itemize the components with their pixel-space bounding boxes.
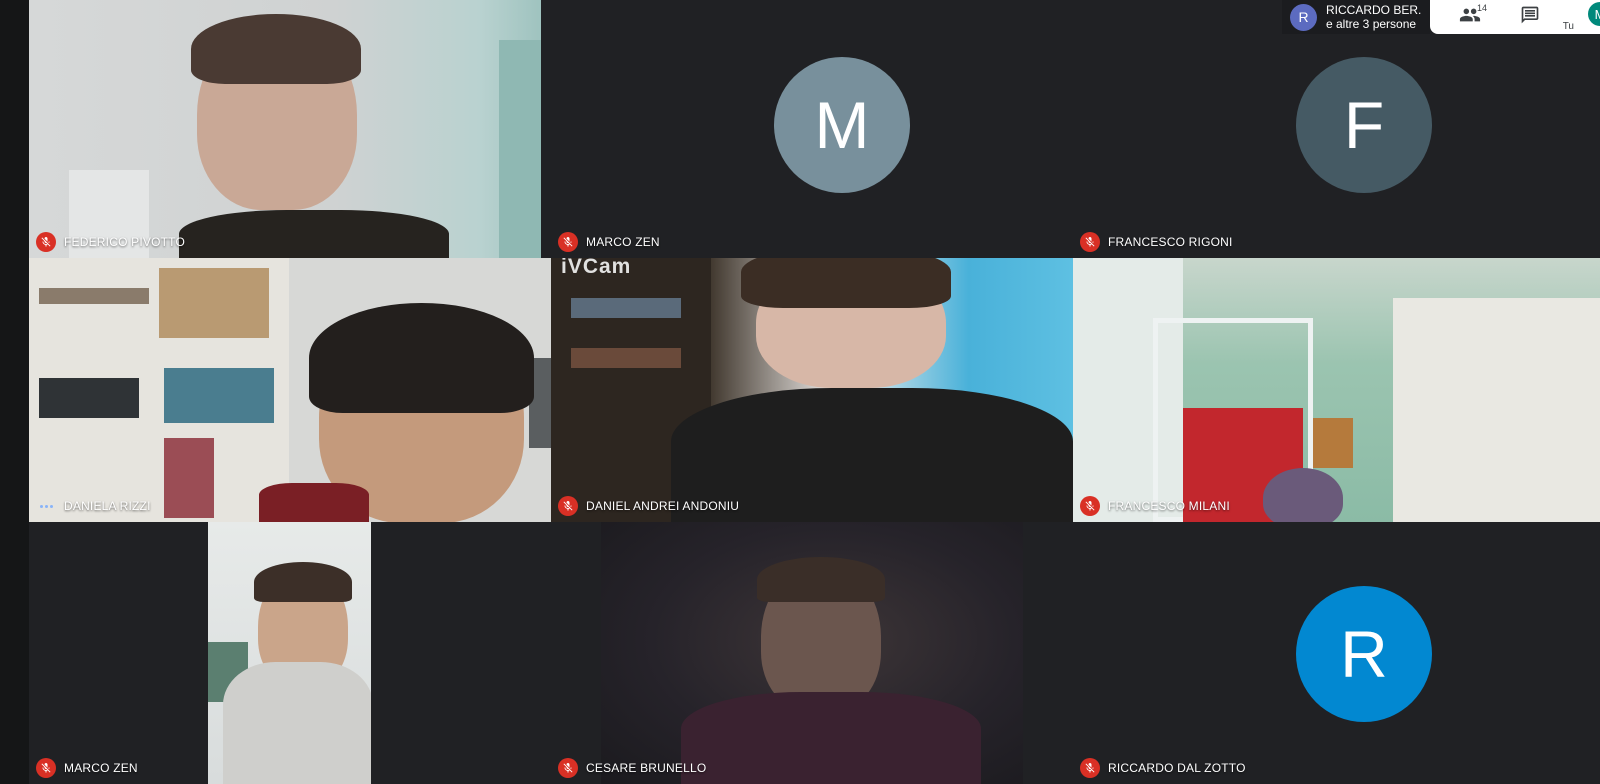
video-feed [601,522,1023,784]
participant-name: RICCARDO DAL ZOTTO [1108,761,1246,775]
self-label: Tu [1562,21,1574,32]
meeting-toolbar: 14 Tu M [1430,0,1600,34]
participant-name-bar: DANIELA RIZZI [36,496,151,516]
mic-off-icon [558,496,578,516]
participant-avatar: M [774,57,910,193]
avatar-initial: F [1343,88,1385,162]
participant-tile-marco-zen-video[interactable]: MARCO ZEN [29,522,551,784]
presenter-info: RICCARDO BER... e altre 3 persone [1326,3,1422,31]
video-feed [1073,258,1600,522]
people-button[interactable]: 14 [1440,0,1500,34]
avatar-initial: M [814,88,870,162]
participant-tile-daniela-rizzi[interactable]: DANIELA RIZZI [29,258,551,522]
participant-name: DANIEL ANDREI ANDONIU [586,499,740,513]
participant-tile-cesare-brunello[interactable]: CESARE BRUNELLO [551,522,1073,784]
presenter-name: RICCARDO BER... [1326,3,1422,17]
participant-name-bar: RICCARDO DAL ZOTTO [1080,758,1246,778]
avatar-initial: R [1340,617,1388,691]
presenter-avatar: R [1290,3,1317,31]
participant-avatar: R [1296,586,1432,722]
presenter-chip[interactable]: R RICCARDO BER... e altre 3 persone [1282,0,1430,34]
participant-name-bar: FEDERICO PIVOTTO [36,232,185,252]
participant-name: CESARE BRUNELLO [586,761,707,775]
participants-count: 14 [1477,3,1488,13]
mic-off-icon [558,232,578,252]
participant-name-bar: DANIEL ANDREI ANDONIU [558,496,739,516]
participant-grid: FEDERICO PIVOTTO M MARCO ZEN F FRANCESCO… [29,0,1600,784]
participant-name: MARCO ZEN [64,761,138,775]
self-avatar[interactable]: M [1588,2,1600,26]
left-edge-strip [0,0,29,784]
video-feed [208,522,371,784]
participant-tile-marco-zen[interactable]: M MARCO ZEN [551,0,1063,258]
presenter-initial: R [1298,9,1309,25]
meeting-header: R RICCARDO BER... e altre 3 persone 14 T… [1282,0,1600,34]
mic-off-icon [1080,496,1100,516]
participant-name-bar: MARCO ZEN [558,232,660,252]
participant-name-bar: FRANCESCO MILANI [1080,496,1230,516]
participant-avatar: F [1296,57,1432,193]
mic-off-icon [558,758,578,778]
video-feed [29,0,541,258]
self-initial: M [1595,7,1600,22]
participant-tile-daniel-andrei-andoniu[interactable]: iVCam DANIEL ANDREI ANDONIU [551,258,1073,522]
participant-name-bar: MARCO ZEN [36,758,138,778]
participant-name: FRANCESCO RIGONI [1108,235,1233,249]
participant-tile-francesco-milani[interactable]: FRANCESCO MILANI [1073,258,1600,522]
participant-name: DANIELA RIZZI [64,499,151,513]
speaking-indicator-icon [36,496,56,516]
participant-name: FRANCESCO MILANI [1108,499,1230,513]
participant-name: MARCO ZEN [586,235,660,249]
video-feed [551,258,1073,522]
mic-off-icon [1080,232,1100,252]
participant-tile-francesco-rigoni[interactable]: F FRANCESCO RIGONI [1073,0,1600,258]
presenter-others: e altre 3 persone [1326,17,1417,31]
chat-button[interactable] [1500,0,1560,34]
participant-name-bar: CESARE BRUNELLO [558,758,706,778]
participant-name-bar: FRANCESCO RIGONI [1080,232,1233,252]
participant-name: FEDERICO PIVOTTO [64,235,185,249]
chat-icon [1520,5,1540,30]
mic-off-icon [1080,758,1100,778]
mic-off-icon [36,232,56,252]
participant-tile-riccardo-dal-zotto[interactable]: R RICCARDO DAL ZOTTO [1073,522,1600,784]
mic-off-icon [36,758,56,778]
camera-watermark: iVCam [561,258,632,278]
video-feed [29,258,551,522]
participant-tile-federico-pivotto[interactable]: FEDERICO PIVOTTO [29,0,541,258]
